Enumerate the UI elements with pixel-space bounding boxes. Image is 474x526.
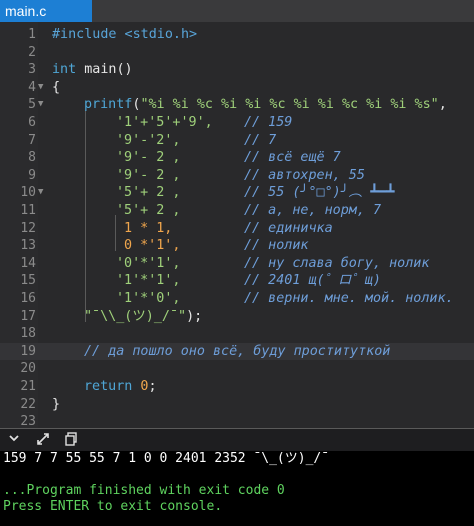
line-number: 1 [28,27,36,42]
code-line-10: 10 ▼ '5'+ 2 , // 55 (╯°□°)╯︵ ┻━┻ [0,184,474,202]
console-exit-message: ...Program finished with exit code 0 [3,483,285,498]
expand-arrows-icon[interactable] [36,432,50,450]
line-number: 18 [20,326,36,342]
code-line-4: 4 ▼ { [0,79,474,97]
line-number: 7 [28,132,36,148]
line-number: 8 [28,150,36,166]
line-number: 17 [20,308,36,324]
line-number: 20 [20,361,36,377]
output-console[interactable]: 159 7 7 55 55 7 1 0 0 2401 2352 ¯\_(ツ)_/… [0,451,474,526]
code-line-9: 9 '9'- 2 , // автохрен, 55 [0,167,474,185]
code-text: '9'- 2 , [116,150,181,166]
code-editor[interactable]: 1 #include <stdio.h> 2 3 int main() 4 ▼ … [0,22,474,429]
line-number: 11 [20,203,36,218]
line-number: 9 [28,167,36,183]
code-text: '1'*'0', [116,291,181,306]
copy-icon[interactable] [64,432,78,450]
code-comment: // да пошло оно всё, буду проституткой [84,343,391,359]
code-text: '0'*'1', [116,255,181,271]
line-number: 13 [20,238,36,254]
code-text: 1 * 1, [124,220,173,236]
console-prompt: Press ENTER to exit console. [3,499,223,514]
line-number: 22 [20,396,36,412]
code-line-1: 1 #include <stdio.h> [0,26,474,44]
code-text: "¯\\_(ツ)_/¯"); [84,308,203,324]
code-line-15: 15 '1'*'1', // 2401 щ(゜ロ゜щ) [0,272,474,290]
code-line-11: 11 '5'+ 2 , // а, не, норм, 7 [0,202,474,220]
code-comment: // единичка [244,220,333,236]
code-text: 0 *'1', [124,238,181,254]
code-text: printf("%i %i %c %i %i %c %i %i %c %i %i… [84,97,447,113]
code-line-6: 6 '1'+'5'+'9', // 159 [0,114,474,132]
code-text: '5'+ 2 , [116,203,181,218]
line-number: 21 [20,379,36,394]
code-line-22: 22 } [0,396,474,414]
line-number: 10 [20,185,36,201]
line-number: 5 [28,97,36,113]
code-line-7: 7 '9'-'2', // 7 [0,132,474,150]
code-line-13: 13 0 *'1', // нолик [0,237,474,255]
code-comment: // автохрен, 55 [244,167,365,183]
tab-main-c[interactable]: main.c [0,0,92,22]
code-line-19-current: 19 // да пошло оно всё, буду проститутко… [0,342,474,361]
code-line-20: 20 [0,360,474,378]
code-comment: // 55 (╯°□°)╯︵ ┻━┻ [244,185,395,201]
line-number: 3 [28,62,36,78]
code-line-18: 18 [0,325,474,343]
console-toolbar [0,428,474,451]
code-comment: // 2401 щ(゜ロ゜щ) [244,273,381,289]
code-line-5: 5 ▼ printf("%i %i %c %i %i %c %i %i %c %… [0,96,474,114]
code-line-2: 2 [0,44,474,62]
code-text: return 0; [84,379,157,394]
chevron-down-icon[interactable] [8,432,20,448]
code-line-3: 3 int main() [0,61,474,79]
code-text: { [52,79,61,95]
tab-bar: main.c [0,0,474,22]
code-text: '1'*'1', [116,273,181,289]
code-comment: // ну слава богу, нолик [244,255,430,271]
fold-arrow-icon[interactable]: ▼ [38,79,48,97]
line-number: 19 [20,343,36,359]
console-output-line: 159 7 7 55 55 7 1 0 0 2401 2352 ¯\_(ツ)_/… [3,451,330,466]
line-number: 15 [20,273,36,289]
code-comment: // 159 [244,115,293,130]
code-line-14: 14 '0'*'1', // ну слава богу, нолик [0,255,474,273]
fold-arrow-icon[interactable]: ▼ [38,184,48,202]
code-text: '9'-'2', [116,132,181,148]
code-comment: // верни. мне. мой. нолик. [244,291,454,306]
code-text: '9'- 2 , [116,167,181,183]
code-line-12: 12 1 * 1, // единичка [0,220,474,238]
line-number: 14 [20,255,36,271]
code-text: int main() [52,62,133,78]
code-line-8: 8 '9'- 2 , // всё ещё 7 [0,149,474,167]
code-comment: // 7 [244,132,277,148]
code-text: '1'+'5'+'9', [116,115,213,130]
code-comment: // а, не, норм, 7 [244,203,382,218]
code-text: } [52,396,61,412]
line-number: 4 [28,79,36,95]
code-text: #include <stdio.h> [52,27,198,42]
code-comment: // всё ещё 7 [244,150,341,166]
line-number: 16 [20,291,36,306]
line-number: 12 [20,220,36,236]
code-line-21: 21 return 0; [0,378,474,396]
code-line-16: 16 '1'*'0', // верни. мне. мой. нолик. [0,290,474,308]
code-text: '5'+ 2 , [116,185,181,201]
code-comment: // нолик [244,238,309,254]
code-line-17: 17 "¯\\_(ツ)_/¯"); [0,308,474,326]
line-number: 6 [28,115,36,130]
line-number: 2 [28,44,36,60]
fold-arrow-icon[interactable]: ▼ [38,96,48,114]
